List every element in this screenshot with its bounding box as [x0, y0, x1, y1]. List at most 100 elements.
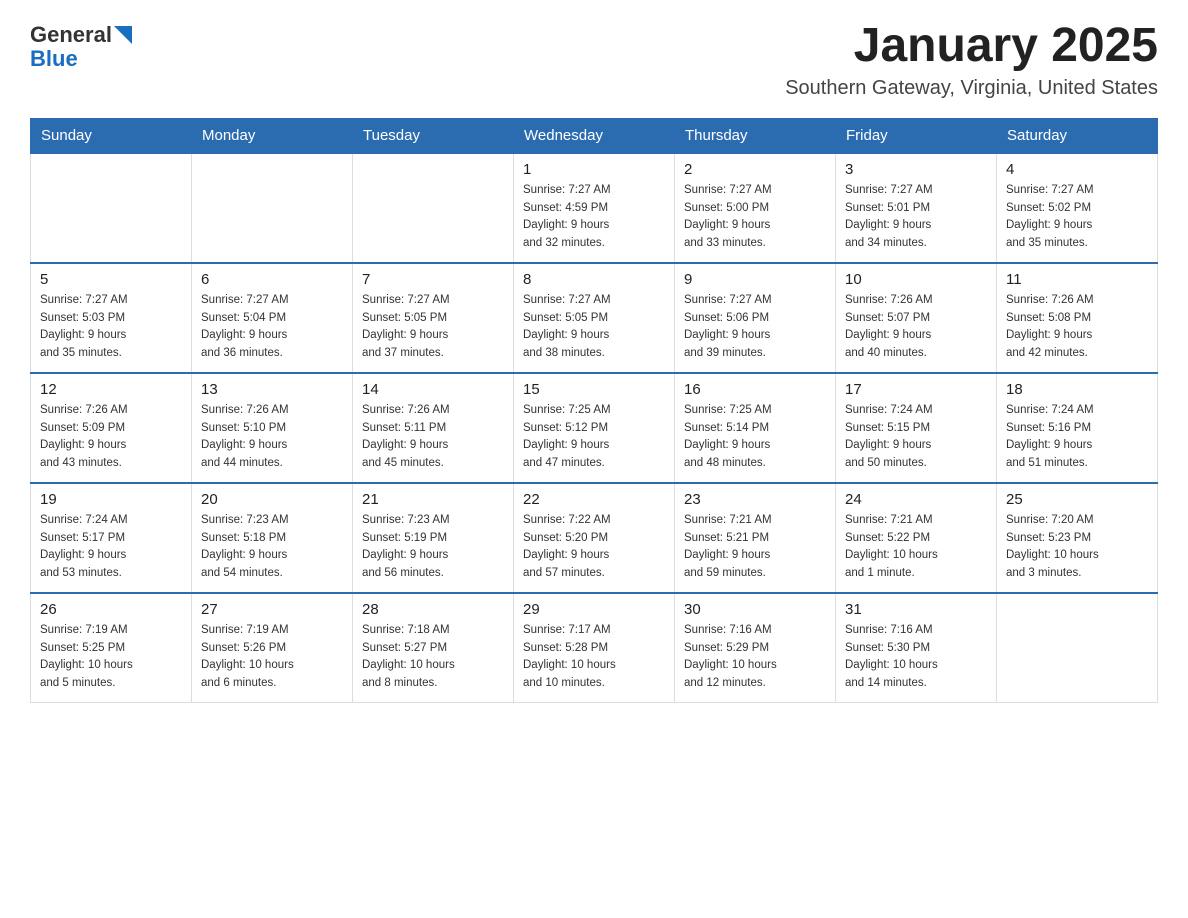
header-cell-friday: Friday	[836, 118, 997, 153]
day-info: Sunrise: 7:23 AM Sunset: 5:19 PM Dayligh…	[362, 512, 504, 583]
day-number: 26	[40, 601, 182, 618]
calendar-cell: 6 Sunrise: 7:27 AM Sunset: 5:04 PM Daylig…	[192, 263, 353, 373]
day-number: 22	[523, 491, 665, 508]
day-info: Sunrise: 7:17 AM Sunset: 5:28 PM Dayligh…	[523, 622, 665, 693]
day-info: Sunrise: 7:27 AM Sunset: 5:04 PM Dayligh…	[201, 292, 343, 363]
day-info: Sunrise: 7:26 AM Sunset: 5:09 PM Dayligh…	[40, 402, 182, 473]
logo-blue-text: Blue	[30, 46, 78, 72]
day-number: 5	[40, 271, 182, 288]
day-info: Sunrise: 7:23 AM Sunset: 5:18 PM Dayligh…	[201, 512, 343, 583]
calendar-cell: 13Sunrise: 7:26 AM Sunset: 5:10 PM Dayli…	[192, 373, 353, 483]
calendar-cell: 15 Sunrise: 7:25 AM Sunset: 5:12 PM Dayli…	[514, 373, 675, 483]
logo: General Blue	[30, 20, 132, 72]
calendar-cell: 1Sunrise: 7:27 AM Sunset: 4:59 PM Daylig…	[514, 153, 675, 263]
calendar-cell	[31, 153, 192, 263]
day-number: 9	[684, 271, 826, 288]
calendar-cell: 17 Sunrise: 7:24 AM Sunset: 5:15 PM Dayli…	[836, 373, 997, 483]
day-info: Sunrise: 7:26 AM Sunset: 5:11 PM Dayligh…	[362, 402, 504, 473]
day-number: 10	[845, 271, 987, 288]
week-row-4: 19 Sunrise: 7:24 AM Sunset: 5:17 PM Dayli…	[31, 483, 1158, 593]
month-title: January 2025	[785, 20, 1158, 73]
day-info: Sunrise: 7:19 AM Sunset: 5:25 PM Dayligh…	[40, 622, 182, 693]
calendar-cell: 21 Sunrise: 7:23 AM Sunset: 5:19 PM Dayli…	[353, 483, 514, 593]
calendar-cell: 9Sunrise: 7:27 AM Sunset: 5:06 PM Daylig…	[675, 263, 836, 373]
calendar-cell	[192, 153, 353, 263]
day-info: Sunrise: 7:24 AM Sunset: 5:17 PM Dayligh…	[40, 512, 182, 583]
day-info: Sunrise: 7:25 AM Sunset: 5:12 PM Dayligh…	[523, 402, 665, 473]
day-number: 16	[684, 381, 826, 398]
day-info: Sunrise: 7:20 AM Sunset: 5:23 PM Dayligh…	[1006, 512, 1148, 583]
calendar-cell: 30Sunrise: 7:16 AM Sunset: 5:29 PM Dayli…	[675, 593, 836, 703]
day-info: Sunrise: 7:24 AM Sunset: 5:15 PM Dayligh…	[845, 402, 987, 473]
day-number: 25	[1006, 491, 1148, 508]
day-number: 12	[40, 381, 182, 398]
calendar-cell: 10 Sunrise: 7:26 AM Sunset: 5:07 PM Dayli…	[836, 263, 997, 373]
week-row-1: 1Sunrise: 7:27 AM Sunset: 4:59 PM Daylig…	[31, 153, 1158, 263]
day-number: 13	[201, 381, 343, 398]
calendar-cell: 28 Sunrise: 7:18 AM Sunset: 5:27 PM Dayli…	[353, 593, 514, 703]
header-cell-saturday: Saturday	[997, 118, 1158, 153]
calendar-cell: 3Sunrise: 7:27 AM Sunset: 5:01 PM Daylig…	[836, 153, 997, 263]
week-row-3: 12 Sunrise: 7:26 AM Sunset: 5:09 PM Dayli…	[31, 373, 1158, 483]
calendar-cell: 23Sunrise: 7:21 AM Sunset: 5:21 PM Dayli…	[675, 483, 836, 593]
day-info: Sunrise: 7:22 AM Sunset: 5:20 PM Dayligh…	[523, 512, 665, 583]
logo-icon: General Blue	[30, 20, 132, 72]
day-number: 21	[362, 491, 504, 508]
day-number: 23	[684, 491, 826, 508]
day-number: 19	[40, 491, 182, 508]
day-number: 18	[1006, 381, 1148, 398]
calendar-cell: 8 Sunrise: 7:27 AM Sunset: 5:05 PM Daylig…	[514, 263, 675, 373]
calendar-cell: 7 Sunrise: 7:27 AM Sunset: 5:05 PM Daylig…	[353, 263, 514, 373]
calendar-cell: 22 Sunrise: 7:22 AM Sunset: 5:20 PM Dayli…	[514, 483, 675, 593]
day-number: 3	[845, 161, 987, 178]
calendar-cell: 12 Sunrise: 7:26 AM Sunset: 5:09 PM Dayli…	[31, 373, 192, 483]
day-number: 17	[845, 381, 987, 398]
day-info: Sunrise: 7:25 AM Sunset: 5:14 PM Dayligh…	[684, 402, 826, 473]
day-info: Sunrise: 7:26 AM Sunset: 5:08 PM Dayligh…	[1006, 292, 1148, 363]
day-info: Sunrise: 7:27 AM Sunset: 4:59 PM Dayligh…	[523, 182, 665, 253]
day-number: 7	[362, 271, 504, 288]
calendar-cell: 27Sunrise: 7:19 AM Sunset: 5:26 PM Dayli…	[192, 593, 353, 703]
calendar-cell: 14Sunrise: 7:26 AM Sunset: 5:11 PM Dayli…	[353, 373, 514, 483]
header-cell-thursday: Thursday	[675, 118, 836, 153]
day-number: 4	[1006, 161, 1148, 178]
logo-triangle-icon	[114, 26, 132, 44]
day-number: 6	[201, 271, 343, 288]
calendar-cell: 20 Sunrise: 7:23 AM Sunset: 5:18 PM Dayli…	[192, 483, 353, 593]
day-info: Sunrise: 7:26 AM Sunset: 5:07 PM Dayligh…	[845, 292, 987, 363]
calendar-cell: 29 Sunrise: 7:17 AM Sunset: 5:28 PM Dayli…	[514, 593, 675, 703]
calendar-cell: 19 Sunrise: 7:24 AM Sunset: 5:17 PM Dayli…	[31, 483, 192, 593]
day-number: 15	[523, 381, 665, 398]
day-number: 24	[845, 491, 987, 508]
week-row-2: 5 Sunrise: 7:27 AM Sunset: 5:03 PM Daylig…	[31, 263, 1158, 373]
day-info: Sunrise: 7:27 AM Sunset: 5:05 PM Dayligh…	[523, 292, 665, 363]
day-number: 20	[201, 491, 343, 508]
calendar-cell: 18 Sunrise: 7:24 AM Sunset: 5:16 PM Dayli…	[997, 373, 1158, 483]
day-number: 29	[523, 601, 665, 618]
day-info: Sunrise: 7:16 AM Sunset: 5:29 PM Dayligh…	[684, 622, 826, 693]
calendar-cell: 16 Sunrise: 7:25 AM Sunset: 5:14 PM Dayli…	[675, 373, 836, 483]
header-cell-tuesday: Tuesday	[353, 118, 514, 153]
day-number: 11	[1006, 271, 1148, 288]
day-number: 8	[523, 271, 665, 288]
calendar-cell: 31Sunrise: 7:16 AM Sunset: 5:30 PM Dayli…	[836, 593, 997, 703]
day-info: Sunrise: 7:24 AM Sunset: 5:16 PM Dayligh…	[1006, 402, 1148, 473]
day-number: 28	[362, 601, 504, 618]
calendar-cell	[353, 153, 514, 263]
day-info: Sunrise: 7:27 AM Sunset: 5:03 PM Dayligh…	[40, 292, 182, 363]
day-number: 27	[201, 601, 343, 618]
calendar-cell: 26 Sunrise: 7:19 AM Sunset: 5:25 PM Dayli…	[31, 593, 192, 703]
calendar-cell: 24Sunrise: 7:21 AM Sunset: 5:22 PM Dayli…	[836, 483, 997, 593]
day-info: Sunrise: 7:16 AM Sunset: 5:30 PM Dayligh…	[845, 622, 987, 693]
calendar-table: SundayMondayTuesdayWednesdayThursdayFrid…	[30, 118, 1158, 704]
calendar-body: 1Sunrise: 7:27 AM Sunset: 4:59 PM Daylig…	[31, 153, 1158, 703]
day-info: Sunrise: 7:18 AM Sunset: 5:27 PM Dayligh…	[362, 622, 504, 693]
calendar-cell: 5 Sunrise: 7:27 AM Sunset: 5:03 PM Daylig…	[31, 263, 192, 373]
header-cell-monday: Monday	[192, 118, 353, 153]
day-info: Sunrise: 7:27 AM Sunset: 5:02 PM Dayligh…	[1006, 182, 1148, 253]
header: General Blue January 2025 Southern Gatew…	[30, 20, 1158, 100]
header-cell-wednesday: Wednesday	[514, 118, 675, 153]
header-cell-sunday: Sunday	[31, 118, 192, 153]
day-info: Sunrise: 7:27 AM Sunset: 5:05 PM Dayligh…	[362, 292, 504, 363]
calendar-header: SundayMondayTuesdayWednesdayThursdayFrid…	[31, 118, 1158, 153]
